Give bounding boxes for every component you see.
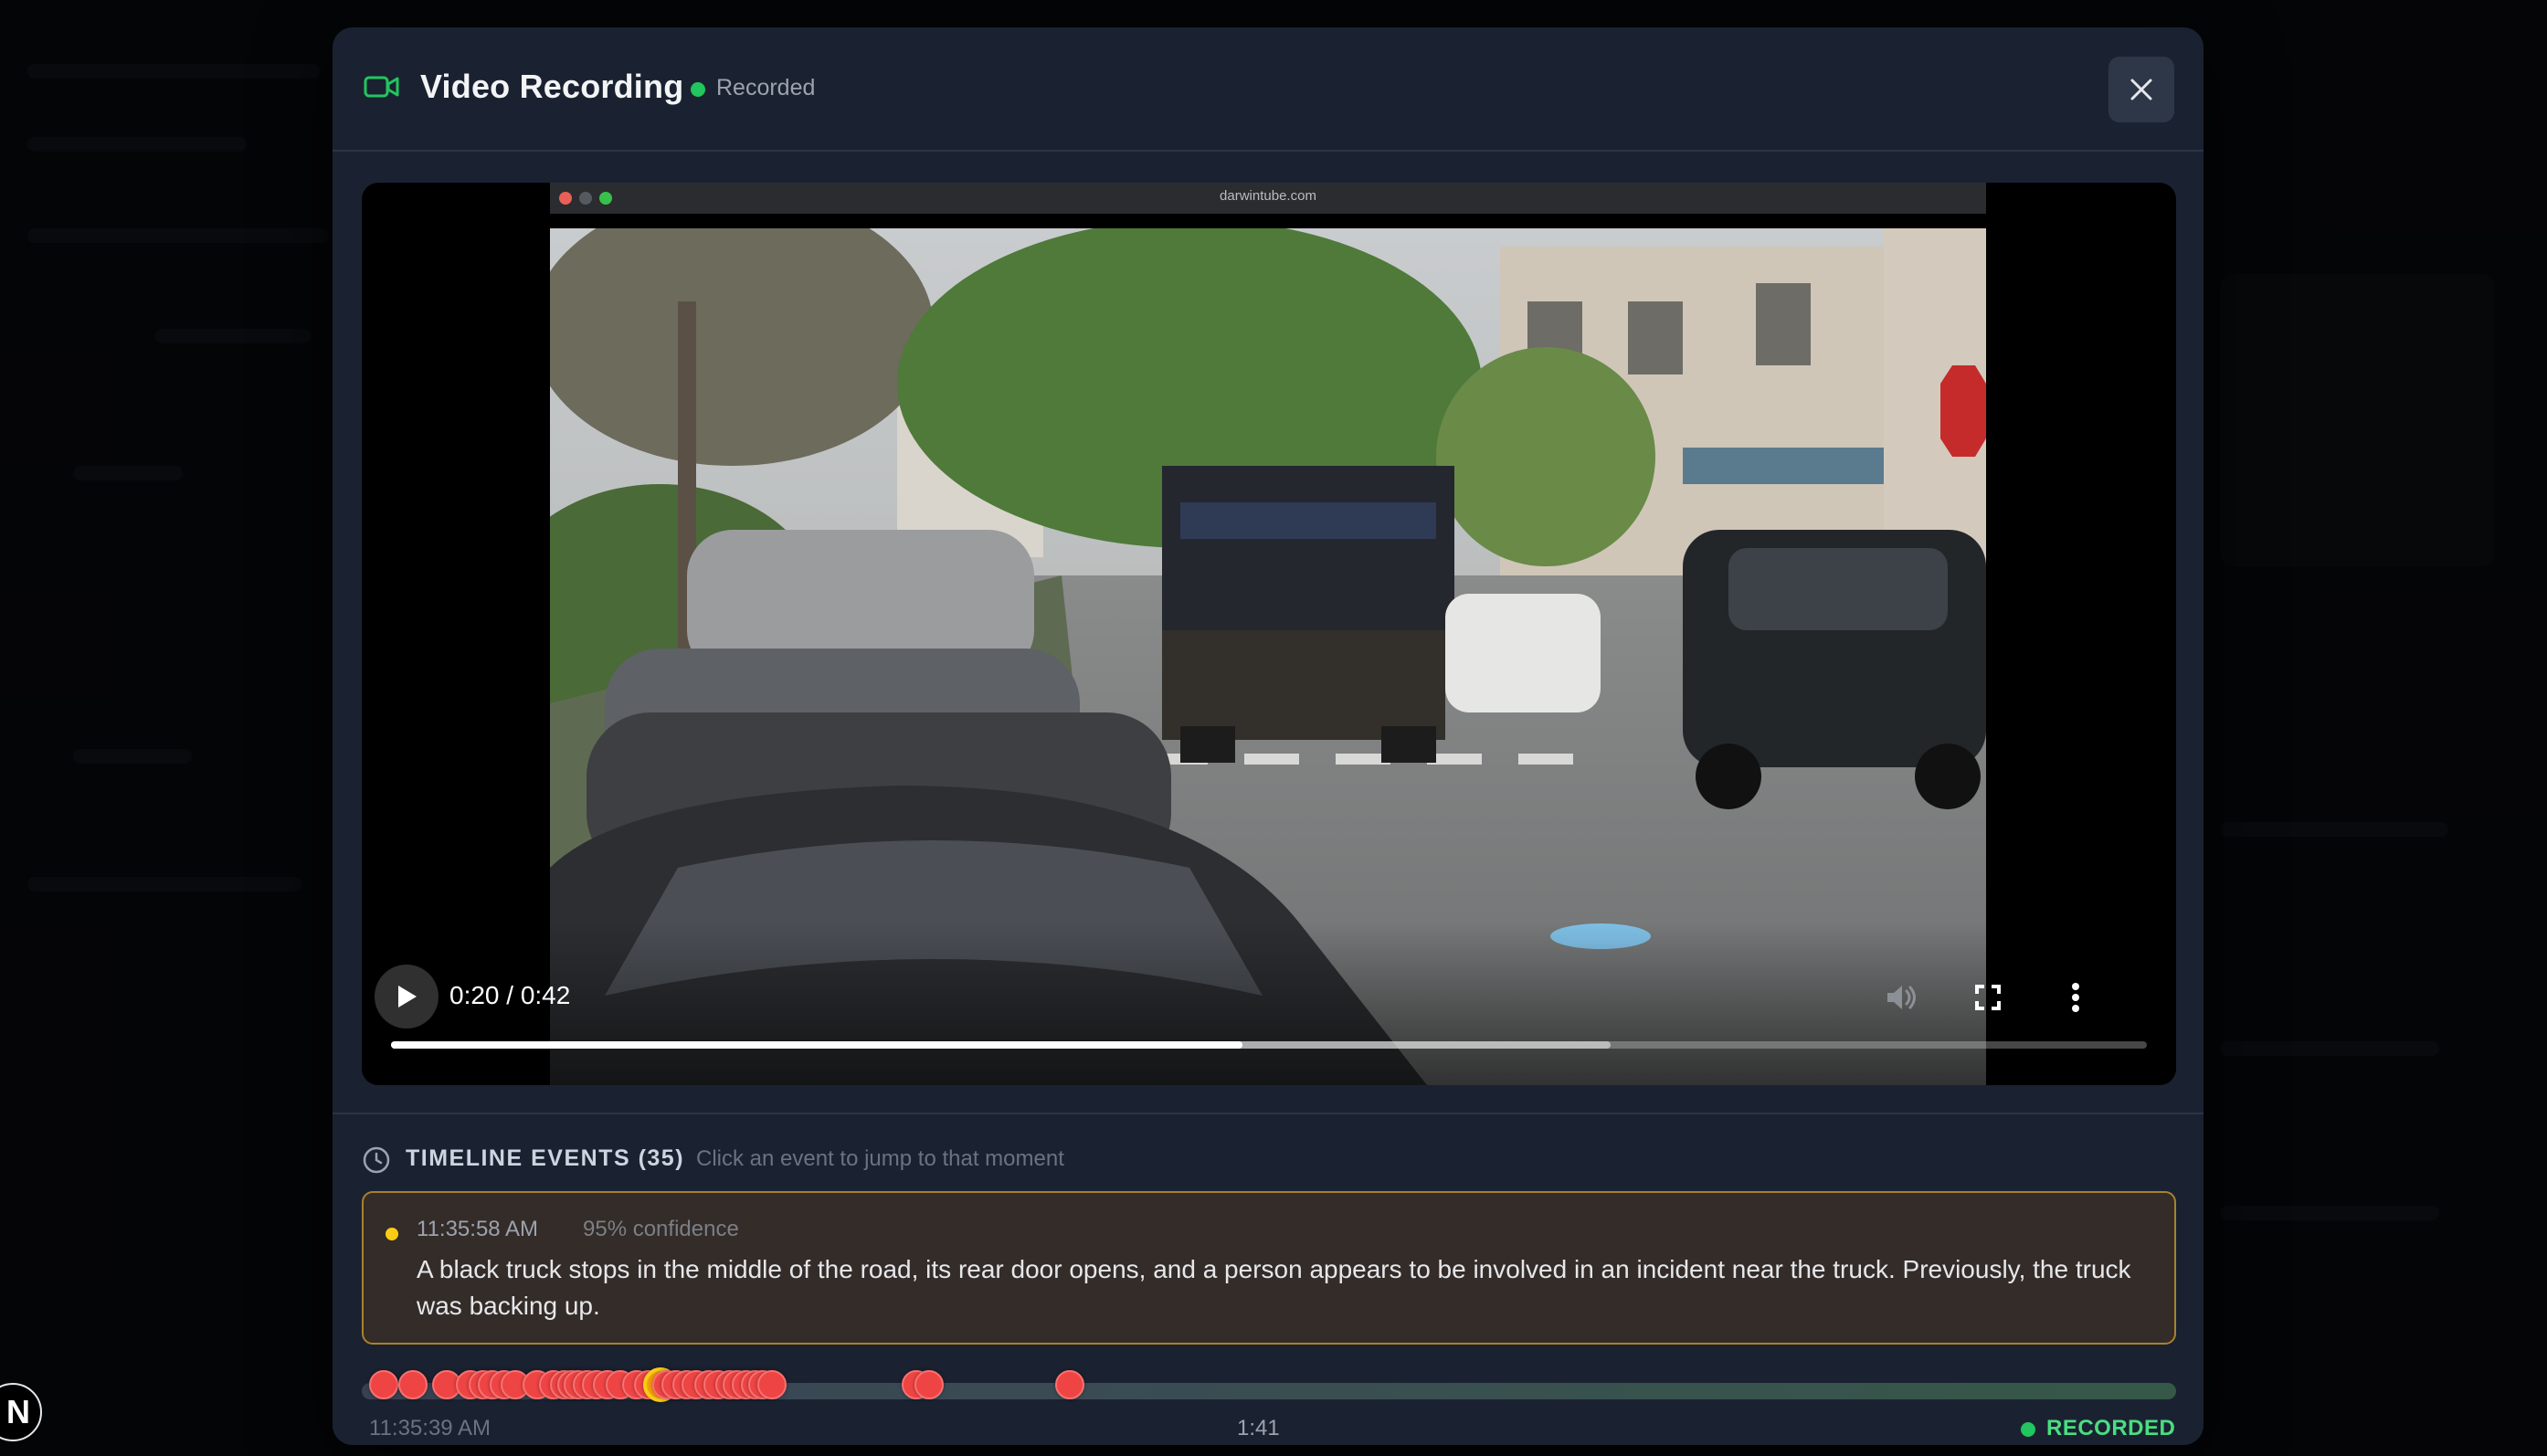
clock-icon — [363, 1146, 390, 1174]
play-icon — [398, 986, 417, 1008]
timeline-marker[interactable] — [1054, 1370, 1084, 1399]
timeline-title: TIMELINE EVENTS (35) — [406, 1145, 685, 1171]
event-confidence: 95% confidence — [583, 1217, 739, 1241]
recorded-url: darwintube.com — [1220, 188, 1316, 204]
timeline-start-time: 11:35:39 AM — [369, 1416, 491, 1440]
timeline-marker[interactable] — [397, 1370, 428, 1399]
event-description: A black truck stops in the middle of the… — [417, 1255, 2131, 1320]
video-camera-icon — [364, 76, 399, 98]
selected-event-card[interactable]: 11:35:58 AM 95% confidence A black truck… — [362, 1191, 2176, 1345]
more-options-icon[interactable] — [2056, 977, 2096, 1018]
close-button[interactable] — [2108, 57, 2174, 122]
modal-header: Video Recording Recorded — [333, 27, 2204, 152]
video-player[interactable]: darwintube.com 0:20 / 0:42 — [362, 183, 2176, 1085]
status-dot — [691, 82, 705, 97]
video-recording-modal: Video Recording Recorded darwintube.com — [333, 27, 2204, 1445]
recorded-status: RECORDED — [2046, 1416, 2176, 1440]
timeline-duration: 1:41 — [1237, 1416, 1280, 1440]
recorded-browser-bar: darwintube.com — [550, 183, 1986, 214]
recorded-dot — [2021, 1422, 2035, 1437]
seek-bar[interactable] — [391, 1041, 2147, 1049]
fullscreen-icon[interactable] — [1968, 977, 2008, 1018]
time-display: 0:20 / 0:42 — [449, 981, 571, 1009]
timeline-marker[interactable] — [369, 1370, 398, 1399]
play-button[interactable] — [375, 965, 439, 1029]
timeline-marker[interactable] — [914, 1370, 944, 1399]
playback-progress — [391, 1041, 1242, 1049]
timeline-hint: Click an event to jump to that moment — [696, 1146, 1064, 1171]
volume-icon[interactable] — [1880, 977, 1920, 1018]
timeline-events-panel: TIMELINE EVENTS (35) Click an event to j… — [333, 1113, 2204, 1445]
modal-title: Video Recording — [420, 68, 684, 105]
timeline-marker[interactable] — [756, 1370, 787, 1399]
event-dot — [386, 1228, 398, 1240]
close-icon — [2130, 79, 2152, 100]
status-badge: Recorded — [716, 75, 816, 100]
event-time: 11:35:58 AM — [417, 1217, 538, 1241]
